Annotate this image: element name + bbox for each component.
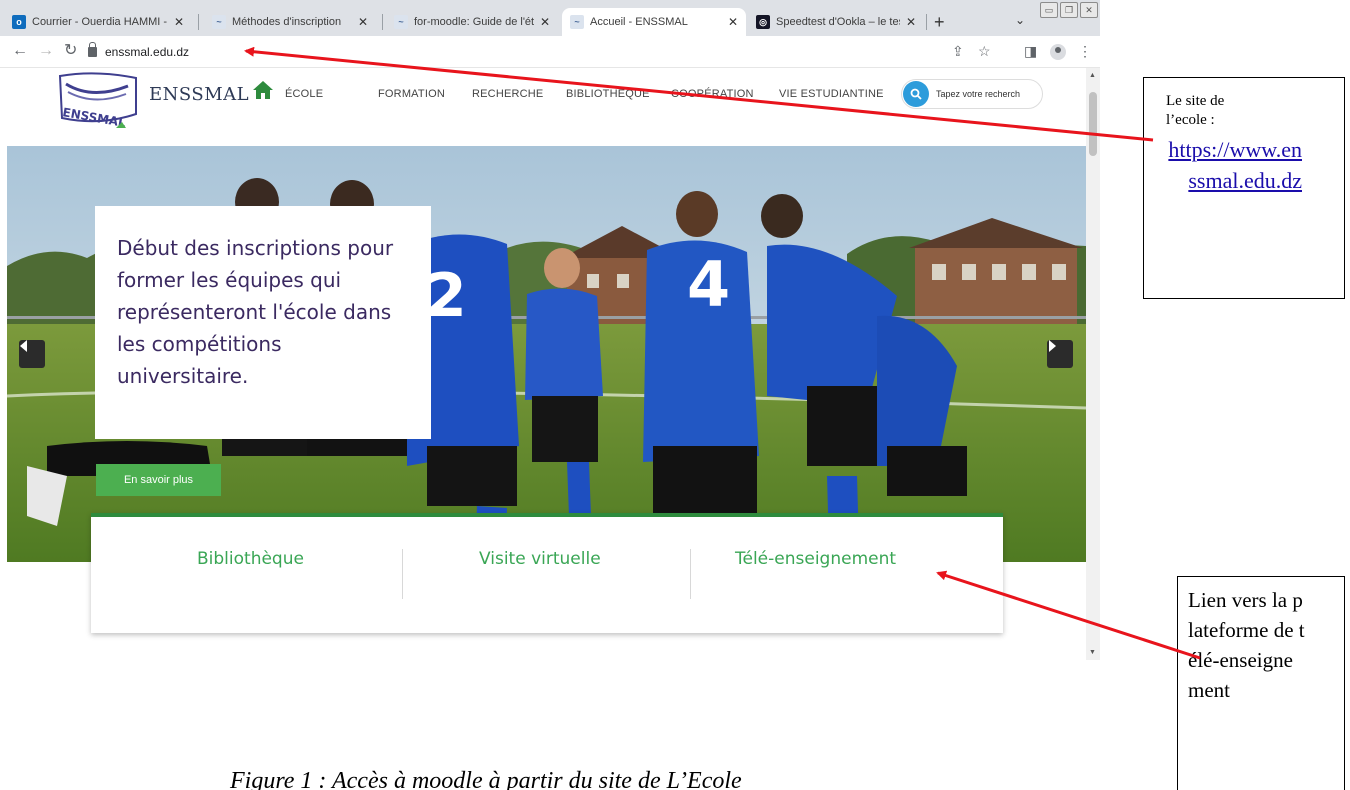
site-search bbox=[901, 79, 1043, 109]
close-tab-icon[interactable]: ✕ bbox=[168, 15, 184, 29]
quick-link-visite-virtuelle[interactable]: Visite virtuelle bbox=[479, 549, 601, 569]
restore-icon[interactable]: ❐ bbox=[1060, 2, 1078, 18]
close-tab-icon[interactable]: ✕ bbox=[352, 15, 368, 29]
lock-icon[interactable] bbox=[88, 42, 97, 57]
tab-outlook[interactable]: o Courrier - Ouerdia HAMMI - O ✕ bbox=[4, 8, 192, 36]
close-tab-icon[interactable]: ✕ bbox=[722, 15, 738, 29]
forward-arrow-icon[interactable]: → bbox=[38, 43, 54, 59]
annotation-text: l’ecole : bbox=[1166, 112, 1215, 128]
window-controls: ▭ ❐ ✕ bbox=[1040, 2, 1098, 18]
divider bbox=[402, 549, 403, 599]
site-url-annotation: Le site de l’ecole : https://www.enssmal… bbox=[1143, 77, 1345, 299]
close-window-icon[interactable]: ✕ bbox=[1080, 2, 1098, 18]
site-url-link[interactable]: https://www.enssmal.edu.dz bbox=[1166, 134, 1302, 196]
platform-annotation: Lien vers la plateforme de télé-enseigne… bbox=[1177, 576, 1345, 790]
slider-next-button[interactable] bbox=[1047, 340, 1073, 368]
tab-separator bbox=[198, 14, 199, 30]
url-text[interactable]: enssmal.edu.dz bbox=[105, 45, 189, 59]
new-tab-button[interactable]: + bbox=[934, 13, 945, 31]
annotation-text: Lien vers la plateforme de télé-enseigne… bbox=[1188, 588, 1305, 702]
outlook-icon: o bbox=[12, 15, 26, 29]
search-icon[interactable] bbox=[903, 81, 929, 107]
site-name[interactable]: ENSSMAL bbox=[149, 84, 249, 105]
tab-title: Courrier - Ouerdia HAMMI - O bbox=[32, 16, 168, 28]
nav-bibliotheque[interactable]: BIBLIOTHÈQUE bbox=[566, 88, 650, 100]
scroll-up-arrow-icon[interactable]: ▲ bbox=[1089, 72, 1096, 79]
scroll-thumb[interactable] bbox=[1089, 92, 1097, 156]
address-bar[interactable]: enssmal.edu.dz bbox=[88, 41, 988, 63]
tab-title: Speedtest d'Ookla – le test de bbox=[776, 16, 900, 28]
page-viewport: ENSSMAL ENSSMAL ÉCOLE FORMATION RECHERCH… bbox=[0, 68, 1100, 660]
tab-title: for-moodle: Guide de l'étudian bbox=[414, 16, 534, 28]
site-favicon-icon: ~ bbox=[394, 15, 408, 29]
close-tab-icon[interactable]: ✕ bbox=[900, 15, 916, 29]
tab-separator bbox=[382, 14, 383, 30]
tab-speedtest[interactable]: ◎ Speedtest d'Ookla – le test de ✕ bbox=[748, 8, 924, 36]
tab-for-moodle[interactable]: ~ for-moodle: Guide de l'étudian ✕ bbox=[386, 8, 558, 36]
site-favicon-icon: ~ bbox=[570, 15, 584, 29]
bookmark-star-icon[interactable]: ☆ bbox=[978, 44, 991, 58]
screenshot-figure: o Courrier - Ouerdia HAMMI - O ✕ ~ Métho… bbox=[0, 0, 1350, 790]
speedtest-icon: ◎ bbox=[756, 15, 770, 29]
jersey-number: 2 bbox=[425, 261, 467, 331]
tab-accueil-enssmal[interactable]: ~ Accueil - ENSSMAL ✕ bbox=[562, 8, 746, 36]
quick-link-tele-enseignement[interactable]: Télé-enseignement bbox=[735, 549, 896, 569]
nav-formation[interactable]: FORMATION bbox=[378, 88, 445, 100]
tab-title: Méthodes d'inscription bbox=[232, 16, 342, 28]
back-arrow-icon[interactable]: ← bbox=[12, 43, 28, 59]
search-input[interactable] bbox=[936, 89, 1036, 99]
nav-cooperation[interactable]: COOPÉRATION bbox=[671, 88, 754, 100]
chevron-left-icon bbox=[20, 340, 27, 352]
figure-caption: Figure 1 : Accès à moodle à partir du si… bbox=[230, 768, 742, 790]
nav-recherche[interactable]: RECHERCHE bbox=[472, 88, 543, 100]
site-header: ENSSMAL ENSSMAL ÉCOLE FORMATION RECHERCH… bbox=[0, 68, 1086, 144]
divider bbox=[690, 549, 691, 599]
side-panel-icon[interactable]: ◨ bbox=[1024, 44, 1037, 58]
close-tab-icon[interactable]: ✕ bbox=[534, 15, 550, 29]
browser-window: o Courrier - Ouerdia HAMMI - O ✕ ~ Métho… bbox=[0, 0, 1100, 660]
profile-avatar-icon[interactable] bbox=[1050, 44, 1066, 60]
slide-caption: Début des inscriptions pour former les é… bbox=[117, 236, 394, 388]
share-icon[interactable]: ⇪ bbox=[952, 44, 964, 58]
site-favicon-icon: ~ bbox=[212, 15, 226, 29]
hero-slider: 2 4 Début des inscriptions pour former l… bbox=[7, 146, 1086, 562]
en-savoir-plus-button[interactable]: En savoir plus bbox=[96, 464, 221, 496]
slide-caption-box: Début des inscriptions pour former les é… bbox=[95, 206, 431, 439]
enssmal-logo[interactable]: ENSSMAL bbox=[56, 70, 140, 134]
reload-icon[interactable]: ↻ bbox=[64, 43, 77, 59]
tab-title: Accueil - ENSSMAL bbox=[590, 16, 688, 28]
home-icon[interactable] bbox=[252, 79, 274, 101]
browser-toolbar: ← → ↻ enssmal.edu.dz ⇪ ☆ ◨ ⋮ bbox=[0, 36, 1100, 68]
jersey-number: 4 bbox=[687, 248, 730, 321]
scroll-down-arrow-icon[interactable]: ▼ bbox=[1089, 649, 1096, 656]
chevron-right-icon bbox=[1049, 340, 1056, 352]
tab-bar: o Courrier - Ouerdia HAMMI - O ✕ ~ Métho… bbox=[0, 0, 1100, 36]
slider-prev-button[interactable] bbox=[19, 340, 45, 368]
page-scrollbar[interactable]: ▲ ▼ bbox=[1086, 68, 1100, 660]
quick-link-bibliotheque[interactable]: Bibliothèque bbox=[197, 549, 304, 569]
quick-links-card: Bibliothèque Visite virtuelle Télé-ensei… bbox=[91, 513, 1003, 633]
nav-vie-estudiantine[interactable]: VIE ESTUDIANTINE bbox=[779, 88, 884, 100]
menu-kebab-icon[interactable]: ⋮ bbox=[1078, 44, 1092, 58]
tab-search-chevron-icon[interactable]: ⌄ bbox=[1015, 13, 1025, 27]
nav-ecole[interactable]: ÉCOLE bbox=[285, 88, 323, 100]
tab-methodes[interactable]: ~ Méthodes d'inscription ✕ bbox=[204, 8, 376, 36]
minimize-icon[interactable]: ▭ bbox=[1040, 2, 1058, 18]
tab-separator bbox=[926, 14, 927, 30]
annotation-text: Le site de bbox=[1166, 93, 1225, 109]
